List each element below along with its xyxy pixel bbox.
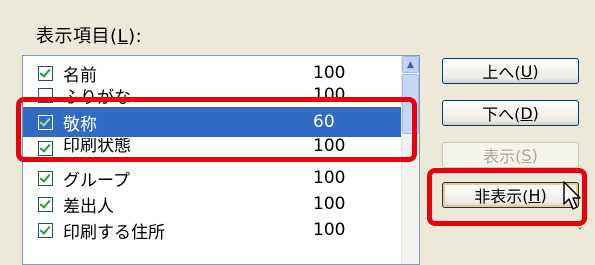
list-item-group[interactable]: グループ 100 bbox=[23, 165, 403, 191]
checkbox[interactable] bbox=[38, 87, 53, 103]
checkbox[interactable] bbox=[38, 114, 53, 130]
move-up-button[interactable]: 上へ(U) bbox=[442, 58, 579, 84]
checkbox[interactable] bbox=[38, 170, 53, 186]
checkbox[interactable] bbox=[38, 141, 53, 156]
list-item-print-status[interactable]: 印刷状態 100 bbox=[23, 138, 403, 156]
scroll-thumb[interactable] bbox=[402, 74, 419, 134]
item-width: 100 bbox=[313, 194, 346, 214]
options-panel: 表示項目(L): 名前 100 ふりがな 100 敬称 60 印刷状態 100 bbox=[0, 0, 595, 265]
checkbox[interactable] bbox=[38, 65, 53, 81]
item-width: 100 bbox=[313, 168, 346, 188]
checkbox[interactable] bbox=[38, 222, 53, 238]
scroll-up-arrow-icon[interactable]: ▲ bbox=[402, 56, 419, 73]
item-width: 100 bbox=[313, 63, 346, 83]
resize-grip-mark: ˇ bbox=[577, 226, 583, 240]
mouse-pointer-icon bbox=[563, 181, 581, 210]
checkbox[interactable] bbox=[38, 196, 53, 212]
item-width: 100 bbox=[313, 85, 346, 105]
item-label: 印刷状態 bbox=[63, 138, 131, 156]
item-width: 100 bbox=[313, 220, 346, 240]
show-button[interactable]: 表示(S) bbox=[442, 142, 579, 168]
list-item-honorific[interactable]: 敬称 60 bbox=[23, 107, 403, 137]
item-width: 100 bbox=[313, 138, 346, 156]
item-label: 印刷する住所 bbox=[63, 222, 165, 243]
hide-button[interactable]: 非表示(H) bbox=[442, 182, 579, 208]
display-items-listbox[interactable]: 名前 100 ふりがな 100 敬称 60 印刷状態 100 グループ 100 bbox=[22, 55, 420, 265]
list-item-sender[interactable]: 差出人 100 bbox=[23, 191, 403, 217]
item-width: 60 bbox=[313, 112, 335, 132]
list-item-furigana[interactable]: ふりがな 100 bbox=[23, 82, 403, 108]
item-label: 差出人 bbox=[63, 196, 114, 217]
item-label: ふりがな bbox=[63, 87, 131, 108]
item-label: 敬称 bbox=[63, 114, 97, 135]
vertical-scrollbar[interactable]: ▲ bbox=[401, 56, 419, 264]
item-label: グループ bbox=[63, 170, 130, 191]
list-item-print-address[interactable]: 印刷する住所 100 bbox=[23, 217, 403, 243]
display-items-label: 表示項目(L): bbox=[36, 26, 143, 47]
move-down-button[interactable]: 下へ(D) bbox=[442, 100, 579, 126]
